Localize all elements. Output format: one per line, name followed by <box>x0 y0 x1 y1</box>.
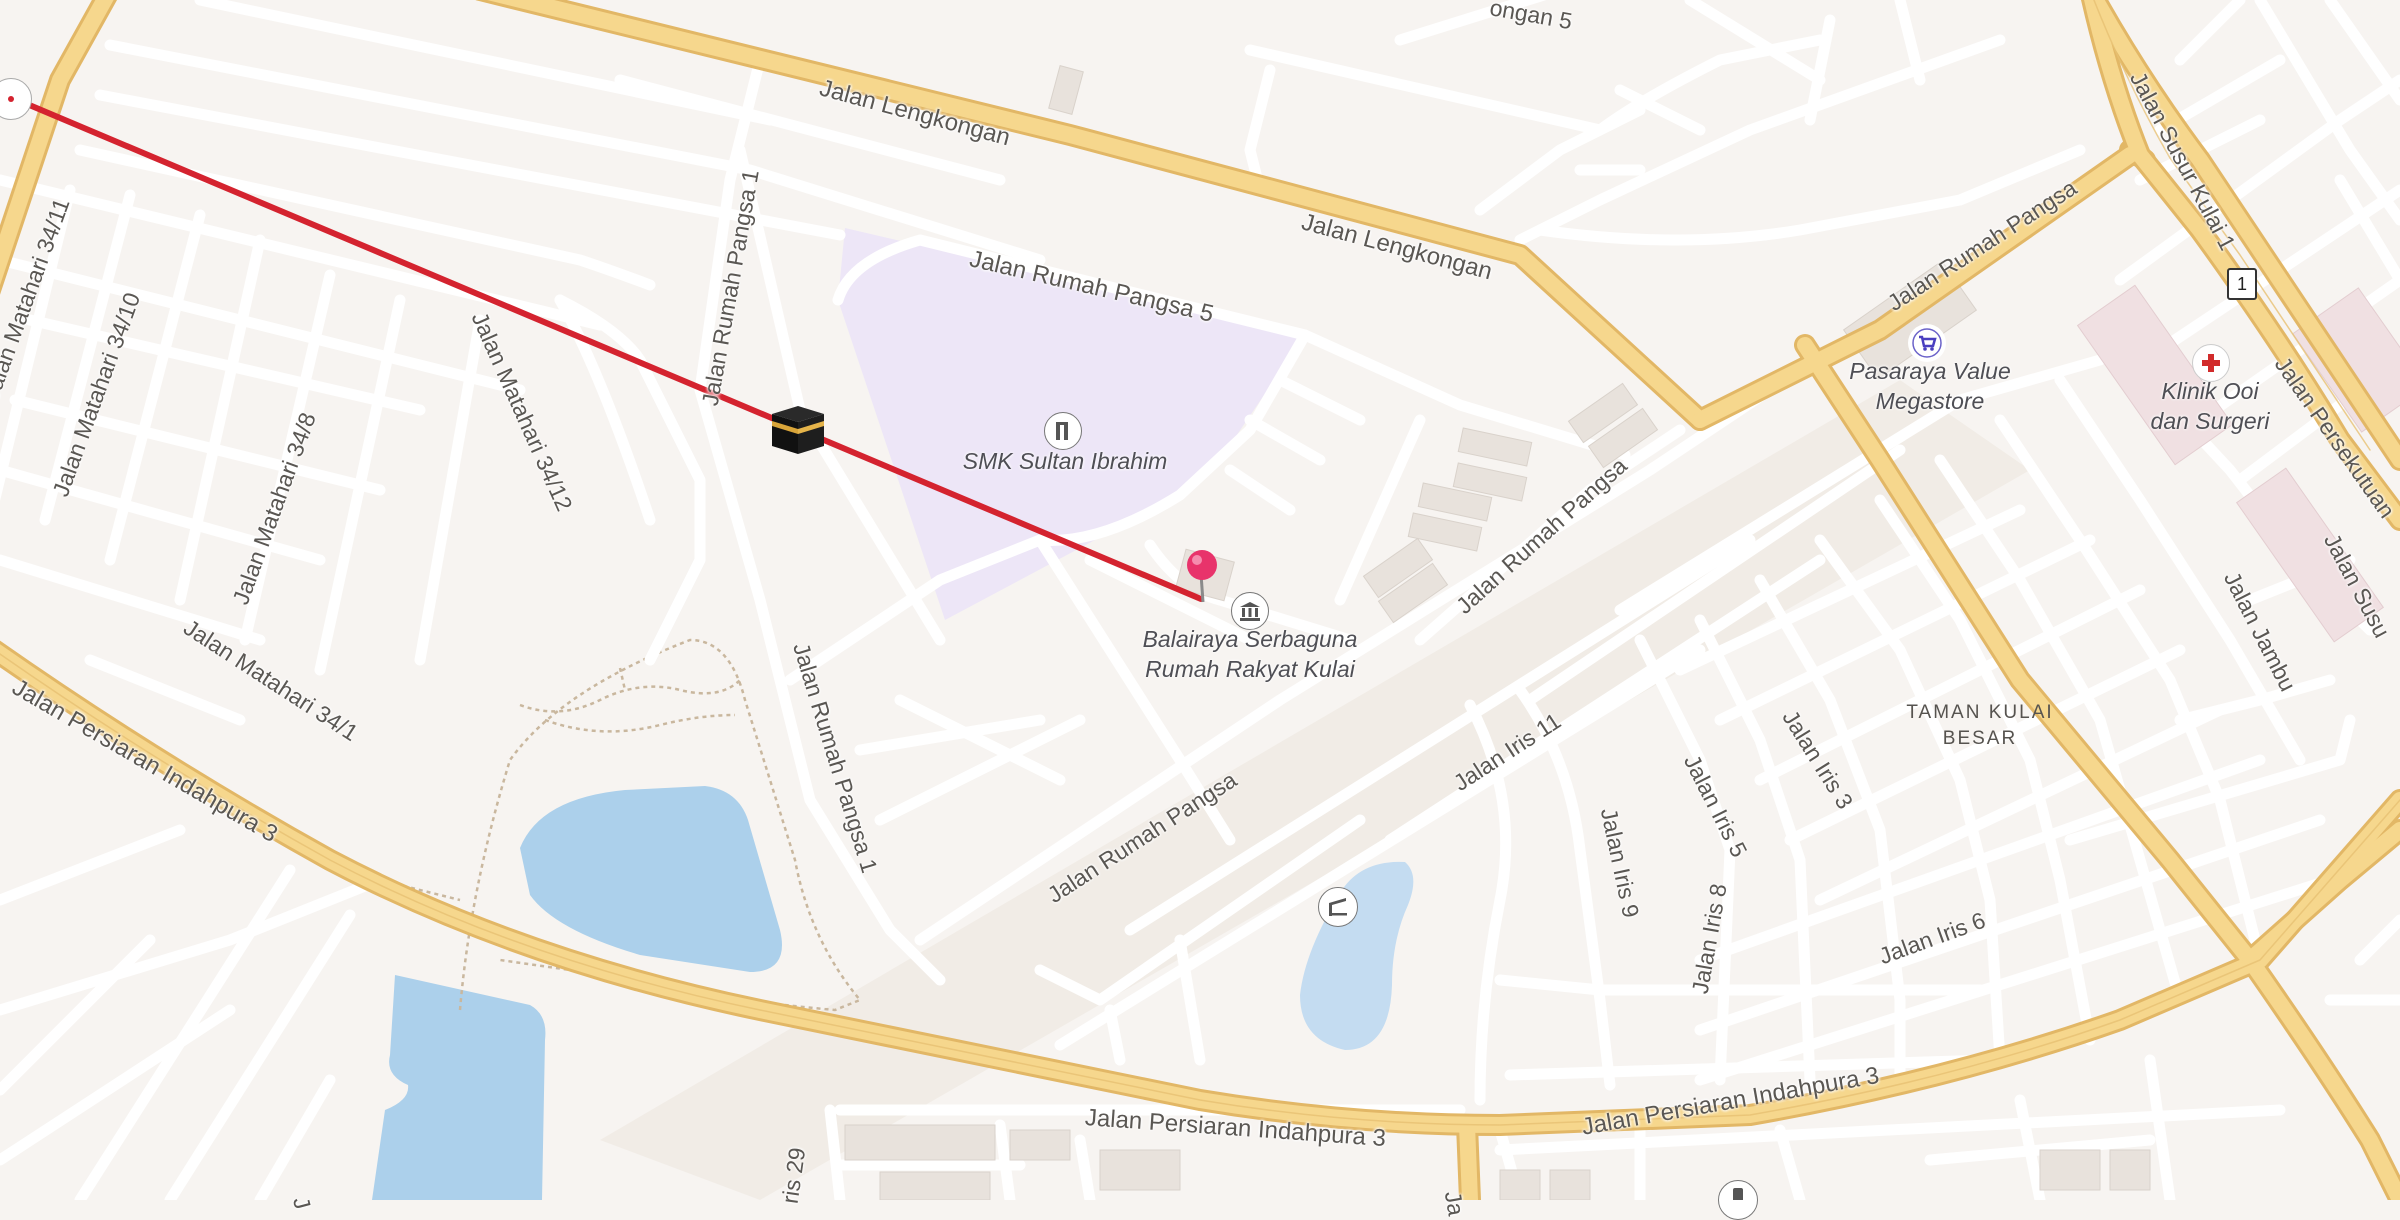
kaaba-icon[interactable] <box>770 404 826 456</box>
poi-label-clinic[interactable]: Klinik Ooi dan Surgeri <box>2110 376 2310 436</box>
poi-label-hall[interactable]: Balairaya Serbaguna Rumah Rakyat Kulai <box>1100 624 1400 684</box>
partial-poi-icon[interactable] <box>1718 1180 1758 1220</box>
road-label: Ja <box>1439 1189 1470 1218</box>
hall-name-line2: Rumah Rakyat Kulai <box>1145 656 1355 682</box>
clinic-name-line2: dan Surgeri <box>2150 408 2270 434</box>
route-shield: 1 <box>2227 268 2257 300</box>
route-shield-number: 1 <box>2236 273 2247 294</box>
map-pin-icon[interactable] <box>1184 548 1220 604</box>
poi-label-school[interactable]: SMK Sultan Ibrahim <box>930 446 1200 476</box>
store-name-line1: Pasaraya Value <box>1849 358 2011 384</box>
hall-name-line1: Balairaya Serbaguna <box>1142 626 1358 652</box>
area-label-line1: TAMAN KULAI <box>1906 702 2054 723</box>
area-label-line2: BESAR <box>1942 728 2018 749</box>
shelter-icon[interactable] <box>1318 887 1358 927</box>
store-name-line2: Megastore <box>1875 388 1985 414</box>
school-name: SMK Sultan Ibrahim <box>962 448 1168 474</box>
school-icon[interactable] <box>1044 412 1082 450</box>
poi-label-store[interactable]: Pasaraya Value Megastore <box>1810 356 2050 416</box>
area-label-taman-kulai-besar: TAMAN KULAI BESAR <box>1890 700 2070 752</box>
